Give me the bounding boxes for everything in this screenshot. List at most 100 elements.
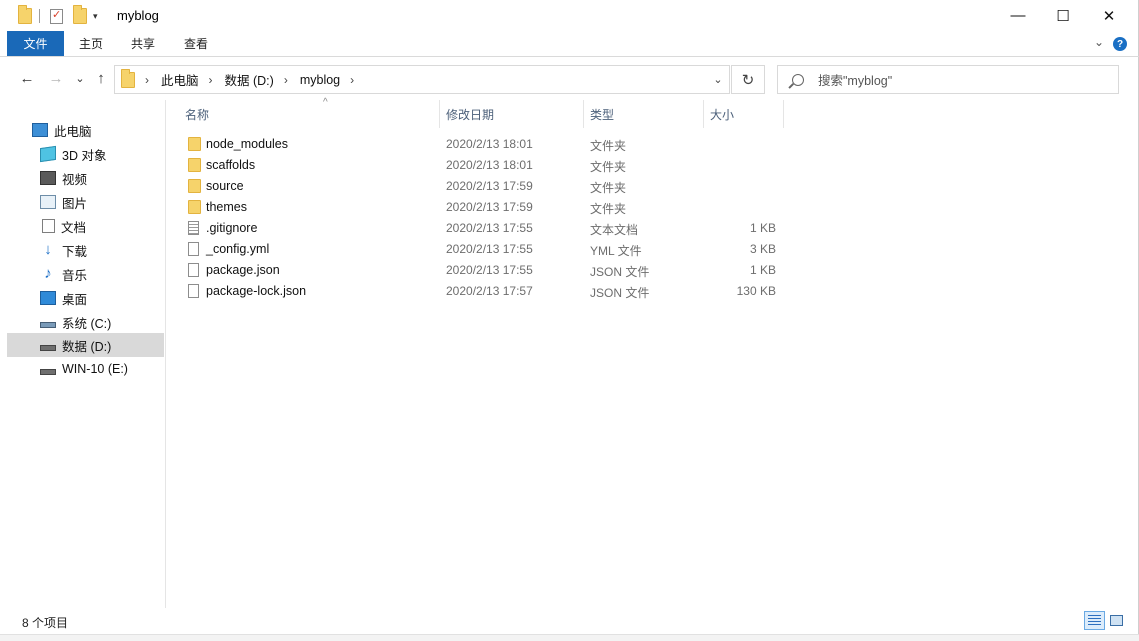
file-name: .gitignore — [206, 221, 258, 235]
file-row-package-json[interactable]: package.json 2020/2/13 17:55 JSON 文件 1 K… — [167, 260, 787, 281]
file-name: source — [206, 179, 244, 193]
file-row-gitignore[interactable]: .gitignore 2020/2/13 17:55 文本文档 1 KB — [167, 218, 787, 239]
address-dropdown-button[interactable]: ⌄ — [706, 65, 730, 94]
breadcrumb-data-drive[interactable]: 数据 (D:) — [225, 70, 274, 89]
close-button[interactable]: ✕ — [1086, 0, 1132, 31]
sort-ascending-icon: ^ — [323, 97, 328, 108]
sidebar-item-data-d[interactable]: 数据 (D:) — [7, 333, 164, 357]
column-header-size[interactable]: 大小 — [710, 100, 783, 128]
large-icons-view-icon — [1110, 615, 1123, 626]
desktop-icon — [40, 291, 56, 305]
column-header-modified[interactable]: 修改日期 — [446, 100, 583, 128]
breadcrumb-this-pc[interactable]: 此电脑 — [161, 70, 199, 89]
help-button[interactable]: ? — [1113, 37, 1127, 51]
maximize-button[interactable]: ☐ — [1040, 0, 1086, 31]
drive-icon — [40, 369, 56, 375]
refresh-button[interactable]: ↻ — [731, 65, 765, 94]
status-bar: 8 个项目 — [0, 608, 1139, 634]
file-row-package-lock-json[interactable]: package-lock.json 2020/2/13 17:57 JSON 文… — [167, 281, 787, 302]
tab-file[interactable]: 文件 — [7, 31, 64, 56]
column-divider[interactable] — [703, 100, 704, 128]
search-box[interactable]: 搜索"myblog" — [777, 65, 1119, 94]
column-divider[interactable] — [439, 100, 440, 128]
large-icons-view-button[interactable] — [1106, 611, 1127, 630]
folder-icon — [188, 179, 201, 193]
file-row-themes[interactable]: themes 2020/2/13 17:59 文件夹 — [167, 197, 787, 218]
file-row-node-modules[interactable]: node_modules 2020/2/13 18:01 文件夹 — [167, 134, 787, 155]
file-row-config-yml[interactable]: _config.yml 2020/2/13 17:55 YML 文件 3 KB — [167, 239, 787, 260]
system-drive-icon — [40, 322, 56, 328]
search-icon — [792, 73, 804, 86]
file-name: package.json — [206, 263, 280, 277]
file-type: 文件夹 — [590, 202, 627, 216]
tab-view[interactable]: 查看 — [175, 31, 217, 56]
recent-locations-button[interactable]: ⌄ — [70, 68, 90, 88]
column-header-label: 名称 — [185, 107, 210, 122]
collapse-ribbon-icon[interactable]: ⌄ — [1094, 35, 1104, 49]
sidebar-item-3d-objects[interactable]: 3D 对象 — [7, 142, 164, 166]
breadcrumb-separator[interactable]: › — [350, 73, 354, 87]
file-size: 1 KB — [749, 221, 776, 235]
file-type: JSON 文件 — [590, 265, 650, 279]
forward-button[interactable]: → — [46, 68, 66, 88]
window-title: myblog — [117, 8, 159, 23]
minimize-button[interactable]: — — [995, 0, 1041, 31]
column-header-type[interactable]: 类型 — [590, 100, 703, 128]
breadcrumb-separator[interactable]: › — [284, 73, 288, 87]
tab-share[interactable]: 共享 — [122, 31, 164, 56]
sidebar-item-downloads[interactable]: ↓ 下载 — [7, 238, 164, 262]
sidebar-item-pictures[interactable]: 图片 — [7, 190, 164, 214]
sidebar-item-label: 3D 对象 — [62, 148, 107, 163]
folder-icon — [188, 158, 201, 172]
file-type: 文件夹 — [590, 139, 627, 153]
file-icon — [188, 263, 199, 277]
sidebar-item-videos[interactable]: 视频 — [7, 166, 164, 190]
file-type: 文件夹 — [590, 181, 627, 195]
column-divider[interactable] — [583, 100, 584, 128]
sidebar-item-label: 视频 — [62, 172, 88, 187]
pictures-icon — [40, 195, 56, 209]
breadcrumb-myblog[interactable]: myblog — [300, 73, 340, 87]
text-file-icon — [188, 221, 199, 235]
column-header-name[interactable]: 名称 ^ — [185, 97, 439, 128]
computer-icon — [32, 123, 48, 137]
documents-icon — [42, 219, 55, 233]
file-name: node_modules — [206, 137, 289, 151]
breadcrumb-separator[interactable]: › — [145, 73, 149, 87]
sidebar-item-documents[interactable]: 文档 — [7, 214, 164, 238]
column-divider[interactable] — [783, 100, 784, 128]
sidebar-item-label: 系统 (C:) — [62, 316, 112, 331]
sidebar-item-music[interactable]: ♪ 音乐 — [7, 262, 164, 286]
file-explorer-window: ▾ myblog — ☐ ✕ 文件 主页 共享 查看 ⌄ ? ← → ⌄ ↑ ›… — [0, 0, 1139, 641]
tab-home[interactable]: 主页 — [70, 31, 112, 56]
column-header-label: 大小 — [710, 107, 735, 122]
sidebar-item-label: 此电脑 — [54, 124, 92, 139]
file-row-source[interactable]: source 2020/2/13 17:59 文件夹 — [167, 176, 787, 197]
sidebar-item-label: 图片 — [62, 196, 88, 211]
file-icon — [188, 242, 199, 256]
sidebar-item-desktop[interactable]: 桌面 — [7, 286, 164, 310]
address-bar[interactable]: › 此电脑 › 数据 (D:) › myblog › — [114, 65, 730, 94]
customize-quick-access-icon[interactable]: ▾ — [93, 6, 98, 26]
quick-access-folder-icon[interactable] — [18, 5, 32, 26]
file-name: scaffolds — [206, 158, 256, 172]
file-row-scaffolds[interactable]: scaffolds 2020/2/13 18:01 文件夹 — [167, 155, 787, 176]
file-size: 1 KB — [749, 263, 776, 277]
file-modified: 2020/2/13 17:55 — [446, 221, 533, 235]
sidebar-item-win10-e[interactable]: WIN-10 (E:) — [7, 357, 164, 381]
file-modified: 2020/2/13 17:55 — [446, 263, 533, 277]
details-view-button[interactable] — [1084, 611, 1105, 630]
file-icon — [188, 284, 199, 298]
help-icon: ? — [1113, 37, 1127, 51]
sidebar-item-system-c[interactable]: 系统 (C:) — [7, 310, 164, 334]
breadcrumb-separator[interactable]: › — [209, 73, 213, 87]
file-type: 文件夹 — [590, 160, 627, 174]
up-button[interactable]: ↑ — [91, 68, 111, 88]
new-folder-icon[interactable] — [73, 5, 87, 26]
back-button[interactable]: ← — [17, 68, 37, 88]
file-type: YML 文件 — [590, 244, 642, 258]
folder-icon — [188, 137, 201, 151]
sidebar-item-this-pc[interactable]: 此电脑 — [7, 118, 164, 142]
properties-icon[interactable] — [50, 6, 63, 26]
file-type: JSON 文件 — [590, 286, 650, 300]
